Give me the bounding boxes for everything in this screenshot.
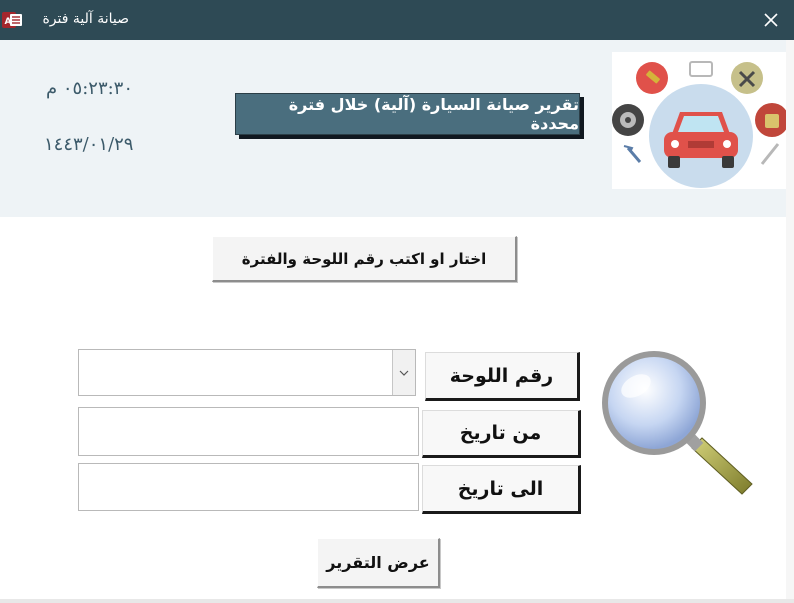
close-icon: [764, 13, 778, 27]
car-maintenance-icon: [612, 61, 789, 188]
current-time: ٠٥:٢٣:٣٠ م: [46, 78, 134, 99]
chevron-down-icon: [399, 370, 409, 376]
from-date-field[interactable]: [78, 407, 419, 456]
plate-number-combobox[interactable]: [78, 349, 416, 396]
select-plate-period-button[interactable]: اختار او اكتب رقم اللوحة والفترة: [212, 236, 517, 282]
window-title: صيانة آلية فترة: [42, 11, 129, 27]
title-bar: صيانة آلية فترة A: [0, 0, 794, 40]
bottom-border: [0, 599, 794, 603]
plate-number-label: رقم اللوحة: [425, 352, 580, 401]
svg-text:A: A: [5, 17, 12, 27]
window-edge: [786, 40, 794, 600]
access-icon: A: [2, 12, 22, 28]
report-title: تقرير صيانة السيارة (آلية) خلال فترة محد…: [235, 93, 580, 135]
close-button[interactable]: [748, 0, 794, 40]
dropdown-button[interactable]: [392, 350, 415, 395]
current-date: ١٤٤٣/٠١/٢٩: [44, 134, 134, 155]
show-report-button[interactable]: عرض التقرير: [317, 538, 440, 588]
magnifier-icon: [602, 351, 753, 495]
to-date-field[interactable]: [78, 463, 419, 511]
from-date-label: من تاريخ: [422, 410, 581, 458]
to-date-label: الى تاريخ: [422, 465, 581, 514]
car-maintenance-illustration: [612, 52, 790, 189]
